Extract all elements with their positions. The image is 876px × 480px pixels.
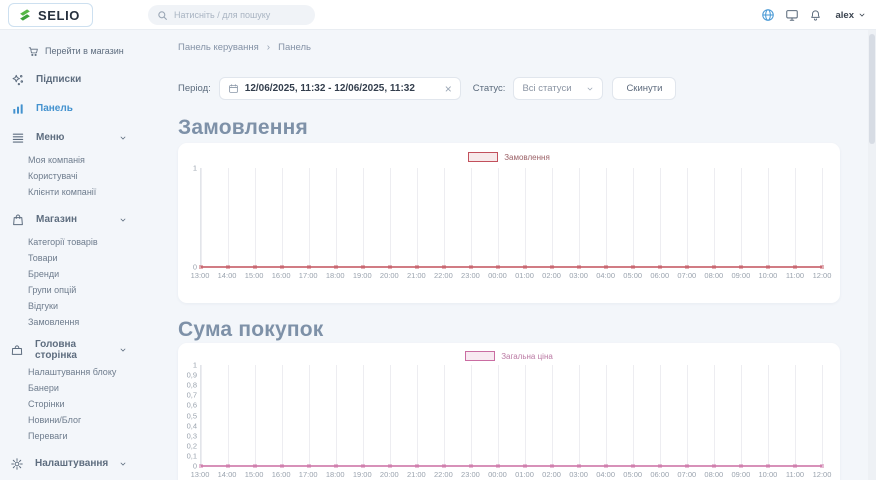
legend-swatch <box>465 351 495 361</box>
briefcase-icon <box>10 343 24 357</box>
breadcrumb-dashboard-control[interactable]: Панель керування <box>178 42 259 53</box>
purchase-sum-plot-area: 10,90,80,70,60,50,40,30,20,10 <box>200 365 822 466</box>
sidebar-item-dashboard[interactable]: Панель <box>0 94 140 123</box>
sidebar-subitem-product-categories[interactable]: Категорії товарів <box>28 234 140 250</box>
calendar-icon <box>228 83 239 94</box>
status-selected-value: Всі статуси <box>522 83 571 94</box>
gear-icon <box>10 457 24 471</box>
sidebar-item-homepage[interactable]: Головна сторінка <box>0 335 140 364</box>
user-name: alex <box>836 10 855 21</box>
sidebar-subitem-pages[interactable]: Сторінки <box>28 396 140 412</box>
logo-text: SELIO <box>38 8 80 23</box>
breadcrumb-separator: › <box>267 42 270 53</box>
sidebar-subitem-banners[interactable]: Банери <box>28 380 140 396</box>
go-to-store-label: Перейти в магазин <box>45 46 124 56</box>
sidebar-item-label: Панель <box>36 103 73 114</box>
sidebar-subitem-users[interactable]: Користувачі <box>28 168 140 184</box>
chevron-down-icon <box>119 134 127 142</box>
notifications-bell-icon[interactable] <box>809 9 822 22</box>
chart-legend[interactable]: Загальна ціна <box>178 350 840 362</box>
sidebar-subitem-my-company[interactable]: Моя компанія <box>28 152 140 168</box>
sidebar-item-subscriptions[interactable]: Підписки <box>0 65 140 94</box>
search-input[interactable]: Натисніть / для пошуку <box>148 5 315 25</box>
go-to-store-link[interactable]: Перейти в магазин <box>28 44 140 58</box>
sidebar-subitem-news-blog[interactable]: Новини/Блог <box>28 412 140 428</box>
user-menu[interactable]: alex <box>836 10 867 21</box>
page-scrollbar[interactable] <box>868 30 876 480</box>
shopping-bag-icon <box>10 213 25 227</box>
reset-button[interactable]: Скинути <box>612 77 676 100</box>
sidebar-item-label: Головна сторінка <box>35 339 108 361</box>
orders-plot-area: 10 <box>200 168 822 267</box>
search-placeholder: Натисніть / для пошуку <box>174 10 270 20</box>
sidebar-item-label: Магазин <box>36 214 77 225</box>
chevron-down-icon <box>119 216 127 224</box>
breadcrumb-dashboard[interactable]: Панель <box>278 42 311 53</box>
sidebar-item-label: Підписки <box>36 74 81 85</box>
filter-bar: Період: 12/06/2025, 11:32 - 12/06/2025, … <box>178 77 676 100</box>
sidebar-subitem-orders[interactable]: Замовлення <box>28 314 140 330</box>
sidebar-subitem-reviews[interactable]: Відгуки <box>28 298 140 314</box>
legend-label: Замовлення <box>504 153 550 162</box>
period-label: Період: <box>178 83 211 94</box>
sidebar-subitem-company-clients[interactable]: Клієнти компанії <box>28 184 140 200</box>
status-label: Статус: <box>473 83 506 94</box>
sidebar-subitem-brands[interactable]: Бренди <box>28 266 140 282</box>
sidebar-item-menu[interactable]: Меню <box>0 123 140 152</box>
sidebar-subitem-option-groups[interactable]: Групи опцій <box>28 282 140 298</box>
clear-period-icon[interactable]: × <box>445 83 452 95</box>
main-content: Панель керування › Панель Період: 12/06/… <box>140 30 868 480</box>
purchase-sum-x-axis: 13:0014:0015:0016:0017:0018:0019:0020:00… <box>200 470 822 480</box>
sidebar-item-settings[interactable]: Налаштування <box>0 449 140 478</box>
subscriptions-icon <box>10 73 25 87</box>
sidebar-subitem-advantages[interactable]: Переваги <box>28 428 140 444</box>
orders-x-axis: 13:0014:0015:0016:0017:0018:0019:0020:00… <box>200 271 822 283</box>
period-date-range-input[interactable]: 12/06/2025, 11:32 - 12/06/2025, 11:32 × <box>219 77 461 100</box>
purchase-sum-section-title: Сума покупок <box>178 318 323 342</box>
chevron-down-icon <box>119 346 127 354</box>
period-value: 12/06/2025, 11:32 - 12/06/2025, 11:32 <box>245 83 415 94</box>
chart-legend[interactable]: Замовлення <box>178 151 840 163</box>
sidebar-subitem-block-settings[interactable]: Налаштування блоку <box>28 364 140 380</box>
orders-section-title: Замовлення <box>178 116 308 140</box>
sidebar-subitem-products[interactable]: Товари <box>28 250 140 266</box>
orders-chart-card: Замовлення 10 13:0014:0015:0016:0017:001… <box>178 143 840 303</box>
legend-label: Загальна ціна <box>501 352 553 361</box>
menu-lines-icon <box>10 131 25 145</box>
bar-chart-icon <box>10 102 25 116</box>
sidebar-item-shop[interactable]: Магазин <box>0 205 140 234</box>
status-select[interactable]: Всі статуси <box>513 77 603 100</box>
logo[interactable]: SELIO <box>8 3 93 27</box>
sidebar-item-label: Меню <box>36 132 64 143</box>
cart-icon <box>28 46 39 57</box>
search-icon <box>157 10 168 21</box>
top-header: SELIO Натисніть / для пошуку a <box>0 0 876 30</box>
chevron-down-icon <box>119 460 127 468</box>
display-icon[interactable] <box>785 8 799 22</box>
sidebar: Перейти в магазин Підписки Панель <box>0 30 140 480</box>
legend-swatch <box>468 152 498 162</box>
chevron-down-icon <box>858 11 866 19</box>
selio-logo-icon <box>18 8 32 22</box>
language-globe-icon[interactable] <box>761 8 775 22</box>
scrollbar-thumb[interactable] <box>869 34 875 144</box>
chevron-down-icon <box>586 85 594 93</box>
breadcrumb: Панель керування › Панель <box>178 42 311 53</box>
purchase-sum-chart-card: Загальна ціна 10,90,80,70,60,50,40,30,20… <box>178 343 840 480</box>
sidebar-item-label: Налаштування <box>35 458 108 469</box>
